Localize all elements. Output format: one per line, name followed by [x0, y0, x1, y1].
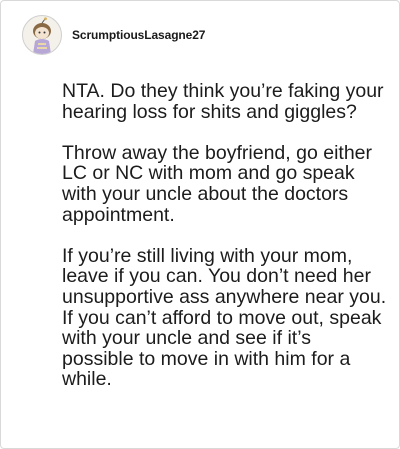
comment-header: ScrumptiousLasagne27: [22, 15, 205, 55]
user-avatar[interactable]: [22, 15, 62, 55]
comment-paragraph: Throw away the boyfriend, go either LC o…: [62, 141, 373, 226]
snoo-avatar-icon: [33, 17, 51, 54]
comment-paragraph: NTA. Do they think you’re faking your he…: [62, 80, 384, 123]
comment-body: NTA. Do they think you’re faking your he…: [62, 81, 387, 390]
comment-card: ScrumptiousLasagne27 NTA. Do they think …: [0, 0, 400, 449]
comment-paragraph: If you’re still living with your mom, le…: [62, 244, 387, 391]
comment-username[interactable]: ScrumptiousLasagne27: [72, 28, 205, 42]
